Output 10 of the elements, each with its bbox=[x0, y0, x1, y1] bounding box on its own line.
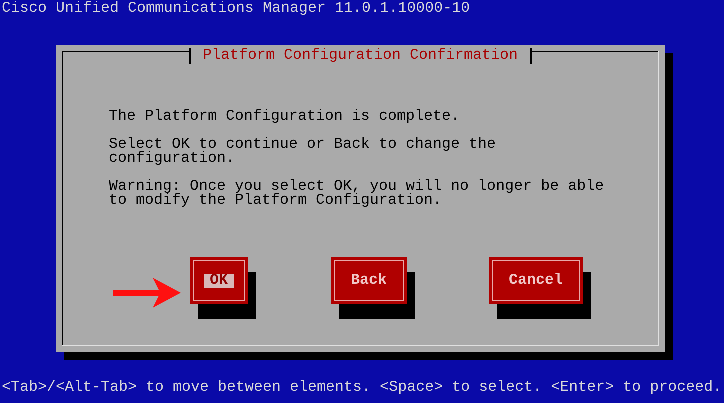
dialog-message: Select OK to continue or Back to change the configuration. bbox=[109, 138, 498, 166]
dialog-title: Platform Configuration Confirmation bbox=[188, 48, 532, 64]
dialog-message: Warning: Once you select OK, you will no longer be able to modify the Platform Configuration. bbox=[109, 180, 606, 208]
status-hint: <Tab>/<Alt-Tab> to move between elements. <Space> to select. <Enter> to proceed. bbox=[2, 381, 724, 395]
arrow-icon bbox=[113, 278, 181, 308]
dialog-button[interactable]: OK bbox=[190, 257, 248, 304]
dialog-button[interactable]: Back bbox=[331, 257, 408, 304]
dialog-message: The Platform Configuration is complete. bbox=[109, 110, 462, 124]
dialog-button[interactable]: Cancel bbox=[489, 257, 584, 304]
window-title: Cisco Unified Communications Manager 11.0.1.10000-10 bbox=[2, 2, 470, 16]
